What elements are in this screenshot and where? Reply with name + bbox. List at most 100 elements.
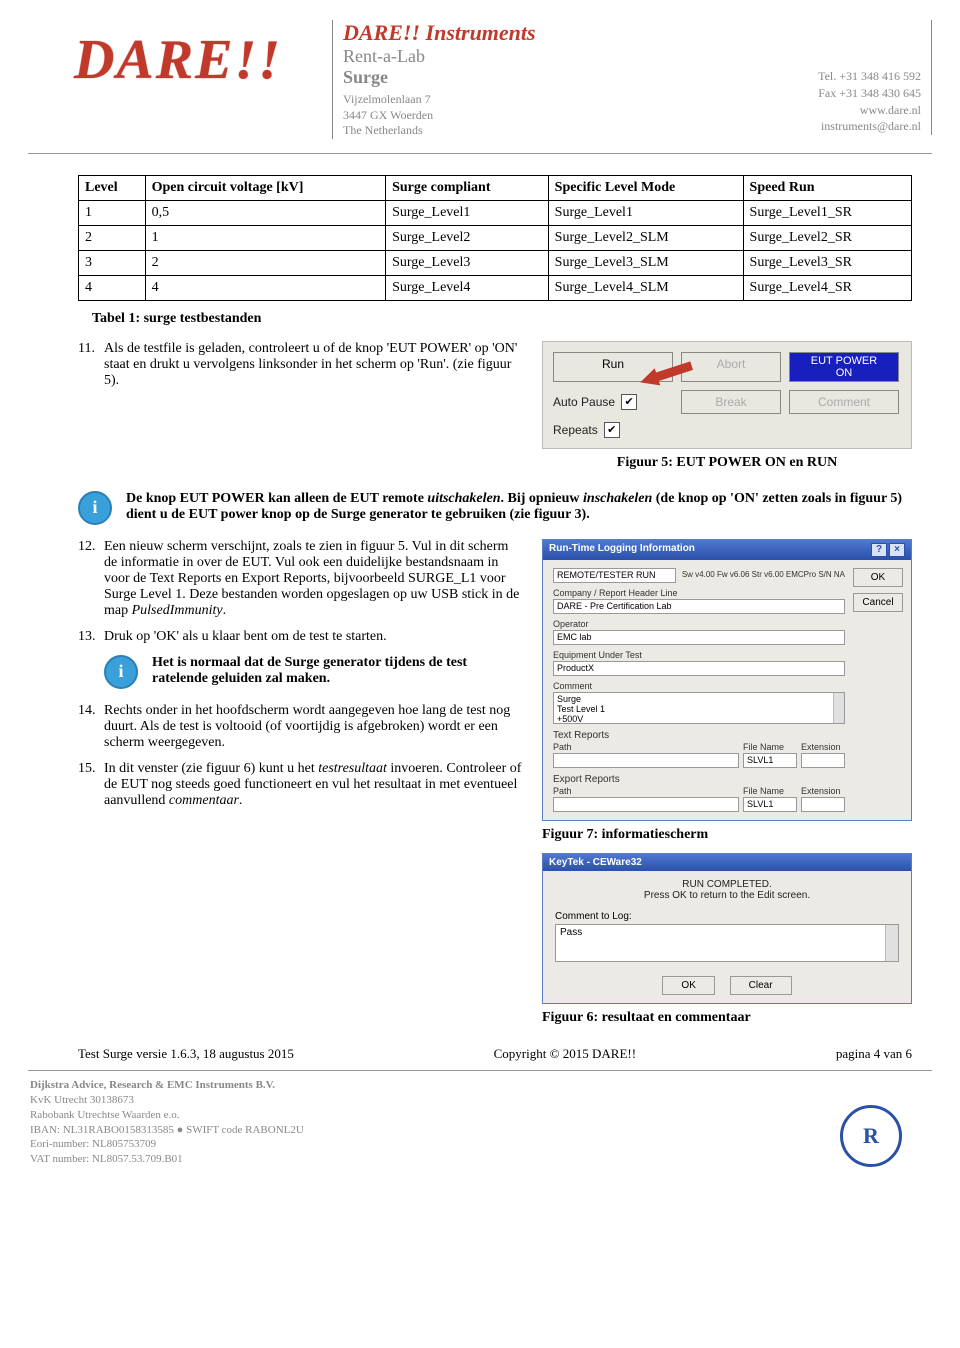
cf-eori: Eori-number: NL805753709	[30, 1137, 932, 1152]
path-label: Path	[553, 786, 739, 796]
auto-pause-label: Auto Pause	[553, 395, 615, 409]
levels-table: Level Open circuit voltage [kV] Surge co…	[78, 175, 912, 301]
repeats-label: Repeats	[553, 423, 598, 437]
fn-label: File Name	[743, 742, 797, 752]
comment-label: Comment	[553, 681, 845, 691]
export-fn-field[interactable]: SLVL1	[743, 797, 797, 812]
th-speedrun: Speed Run	[743, 175, 911, 200]
table-row: 10,5Surge_Level1Surge_Level1Surge_Level1…	[79, 200, 912, 225]
clear-button[interactable]: Clear	[730, 976, 792, 995]
export-ext-field[interactable]	[801, 797, 845, 812]
comment-line-1: Surge	[557, 694, 841, 704]
step-12: 12. Een nieuw scherm verschijnt, zoals t…	[78, 539, 524, 619]
step-11: 11. Als de testfile is geladen, controle…	[78, 341, 524, 389]
th-voltage: Open circuit voltage [kV]	[145, 175, 385, 200]
ok-button[interactable]: OK	[662, 976, 714, 995]
addr-line-3: The Netherlands	[343, 123, 653, 139]
info-text-2: Het is normaal dat de Surge generator ti…	[152, 655, 524, 687]
figure-6-dialog: KeyTek - CEWare32 RUN COMPLETED. Press O…	[542, 853, 912, 1004]
repeats-checkbox[interactable]: ✔	[604, 422, 620, 438]
tel: Tel. +31 348 416 592	[818, 68, 921, 85]
table-cell: Surge_Level1_SR	[743, 200, 911, 225]
step-text: Druk op 'OK' als u klaar bent om de test…	[104, 629, 524, 645]
press-ok-text: Press OK to return to the Edit screen.	[555, 890, 899, 901]
table-cell: Surge_Level4_SR	[743, 275, 911, 300]
s15b: testresultaat	[318, 761, 387, 776]
comment-to-log-field[interactable]: Pass	[555, 924, 899, 962]
info-note-1: i De knop EUT POWER kan alleen de EUT re…	[78, 491, 912, 525]
table-cell: 4	[79, 275, 146, 300]
operator-label: Operator	[553, 619, 845, 629]
info-text-1: De knop EUT POWER kan alleen de EUT remo…	[126, 491, 912, 523]
step12-em: PulsedImmunity	[132, 603, 223, 618]
info1-d: inschakelen	[583, 491, 652, 506]
run-completed: RUN COMPLETED.	[555, 879, 899, 890]
table-cell: 1	[145, 225, 385, 250]
step-number: 15.	[78, 761, 104, 809]
step-text: Rechts onder in het hoofdscherm wordt aa…	[104, 703, 524, 751]
text-fn-field[interactable]: SLVL1	[743, 753, 797, 768]
break-button[interactable]: Break	[681, 390, 781, 414]
cf-bank: Rabobank Utrechtse Waarden e.o.	[30, 1108, 932, 1123]
step-number: 11.	[78, 341, 104, 389]
abort-button[interactable]: Abort	[681, 352, 781, 382]
table-cell: 3	[79, 250, 146, 275]
scrollbar[interactable]	[885, 925, 898, 961]
ok-button[interactable]: OK	[853, 568, 903, 587]
eut-label: Equipment Under Test	[553, 650, 845, 660]
tester-run-field[interactable]: REMOTE/TESTER RUN	[553, 568, 676, 583]
window-buttons: ?×	[869, 543, 905, 557]
table-cell: Surge_Level2	[386, 225, 549, 250]
step-number: 14.	[78, 703, 104, 751]
eut-power-button[interactable]: EUT POWER ON	[789, 352, 899, 382]
th-compliant: Surge compliant	[386, 175, 549, 200]
th-level: Level	[79, 175, 146, 200]
table-cell: Surge_Level3_SR	[743, 250, 911, 275]
operator-field[interactable]: EMC lab	[553, 630, 845, 645]
table-cell: Surge_Level1	[548, 200, 743, 225]
table-cell: Surge_Level1	[386, 200, 549, 225]
auto-pause-checkbox[interactable]: ✔	[621, 394, 637, 410]
text-path-field[interactable]	[553, 753, 739, 768]
rent-a-lab: Rent-a-Lab	[343, 46, 653, 67]
dialog7-title: Run-Time Logging Information	[549, 543, 695, 557]
comment-button[interactable]: Comment	[789, 390, 899, 414]
company-field[interactable]: DARE - Pre Certification Lab	[553, 599, 845, 614]
comment-to-log-label: Comment to Log:	[555, 911, 899, 922]
export-reports-label: Export Reports	[553, 774, 845, 785]
comment-field[interactable]: Surge Test Level 1 +500V	[553, 692, 845, 724]
text-ext-field[interactable]	[801, 753, 845, 768]
surge-label: Surge	[343, 67, 653, 88]
cancel-button[interactable]: Cancel	[853, 593, 903, 612]
page-footer: Test Surge versie 1.6.3, 18 augustus 201…	[28, 1046, 932, 1062]
auto-pause-row: Auto Pause ✔	[553, 390, 673, 414]
letterhead-right: Tel. +31 348 416 592 Fax +31 348 430 645…	[818, 20, 932, 135]
help-icon[interactable]: ?	[871, 543, 887, 557]
company-label: Company / Report Header Line	[553, 588, 845, 598]
export-path-field[interactable]	[553, 797, 739, 812]
eut-power-label-1: EUT POWER	[811, 355, 877, 367]
figure-7-dialog: Run-Time Logging Information ?× REMOTE/T…	[542, 539, 912, 821]
path-label: Path	[553, 742, 739, 752]
table-cell: 2	[145, 250, 385, 275]
info-icon: i	[104, 655, 138, 689]
comment-line-2: Test Level 1	[557, 704, 841, 714]
info1-a: De knop EUT POWER kan alleen de EUT remo…	[126, 491, 427, 506]
step-number: 13.	[78, 629, 104, 645]
figure-7-caption: Figuur 7: informatiescherm	[542, 827, 912, 843]
addr-line-1: Vijzelmolenlaan 7	[343, 92, 653, 108]
step-text: In dit venster (zie figuur 6) kunt u het…	[104, 761, 524, 809]
header-rule	[28, 153, 932, 154]
info1-b: uitschakelen	[427, 491, 500, 506]
eut-field[interactable]: ProductX	[553, 661, 845, 676]
company-footer: Dijkstra Advice, Research & EMC Instrume…	[28, 1078, 932, 1167]
cf-iban-b: SWIFT code RABONL2U	[183, 1124, 303, 1136]
close-icon[interactable]: ×	[889, 543, 905, 557]
scrollbar[interactable]	[833, 693, 844, 723]
address: Vijzelmolenlaan 7 3447 GX Woerden The Ne…	[343, 92, 653, 139]
s15e: .	[239, 793, 243, 808]
step-number: 12.	[78, 539, 104, 619]
th-mode: Specific Level Mode	[548, 175, 743, 200]
quality-seal-icon: R	[840, 1105, 902, 1167]
info1-c: . Bij opnieuw	[501, 491, 583, 506]
